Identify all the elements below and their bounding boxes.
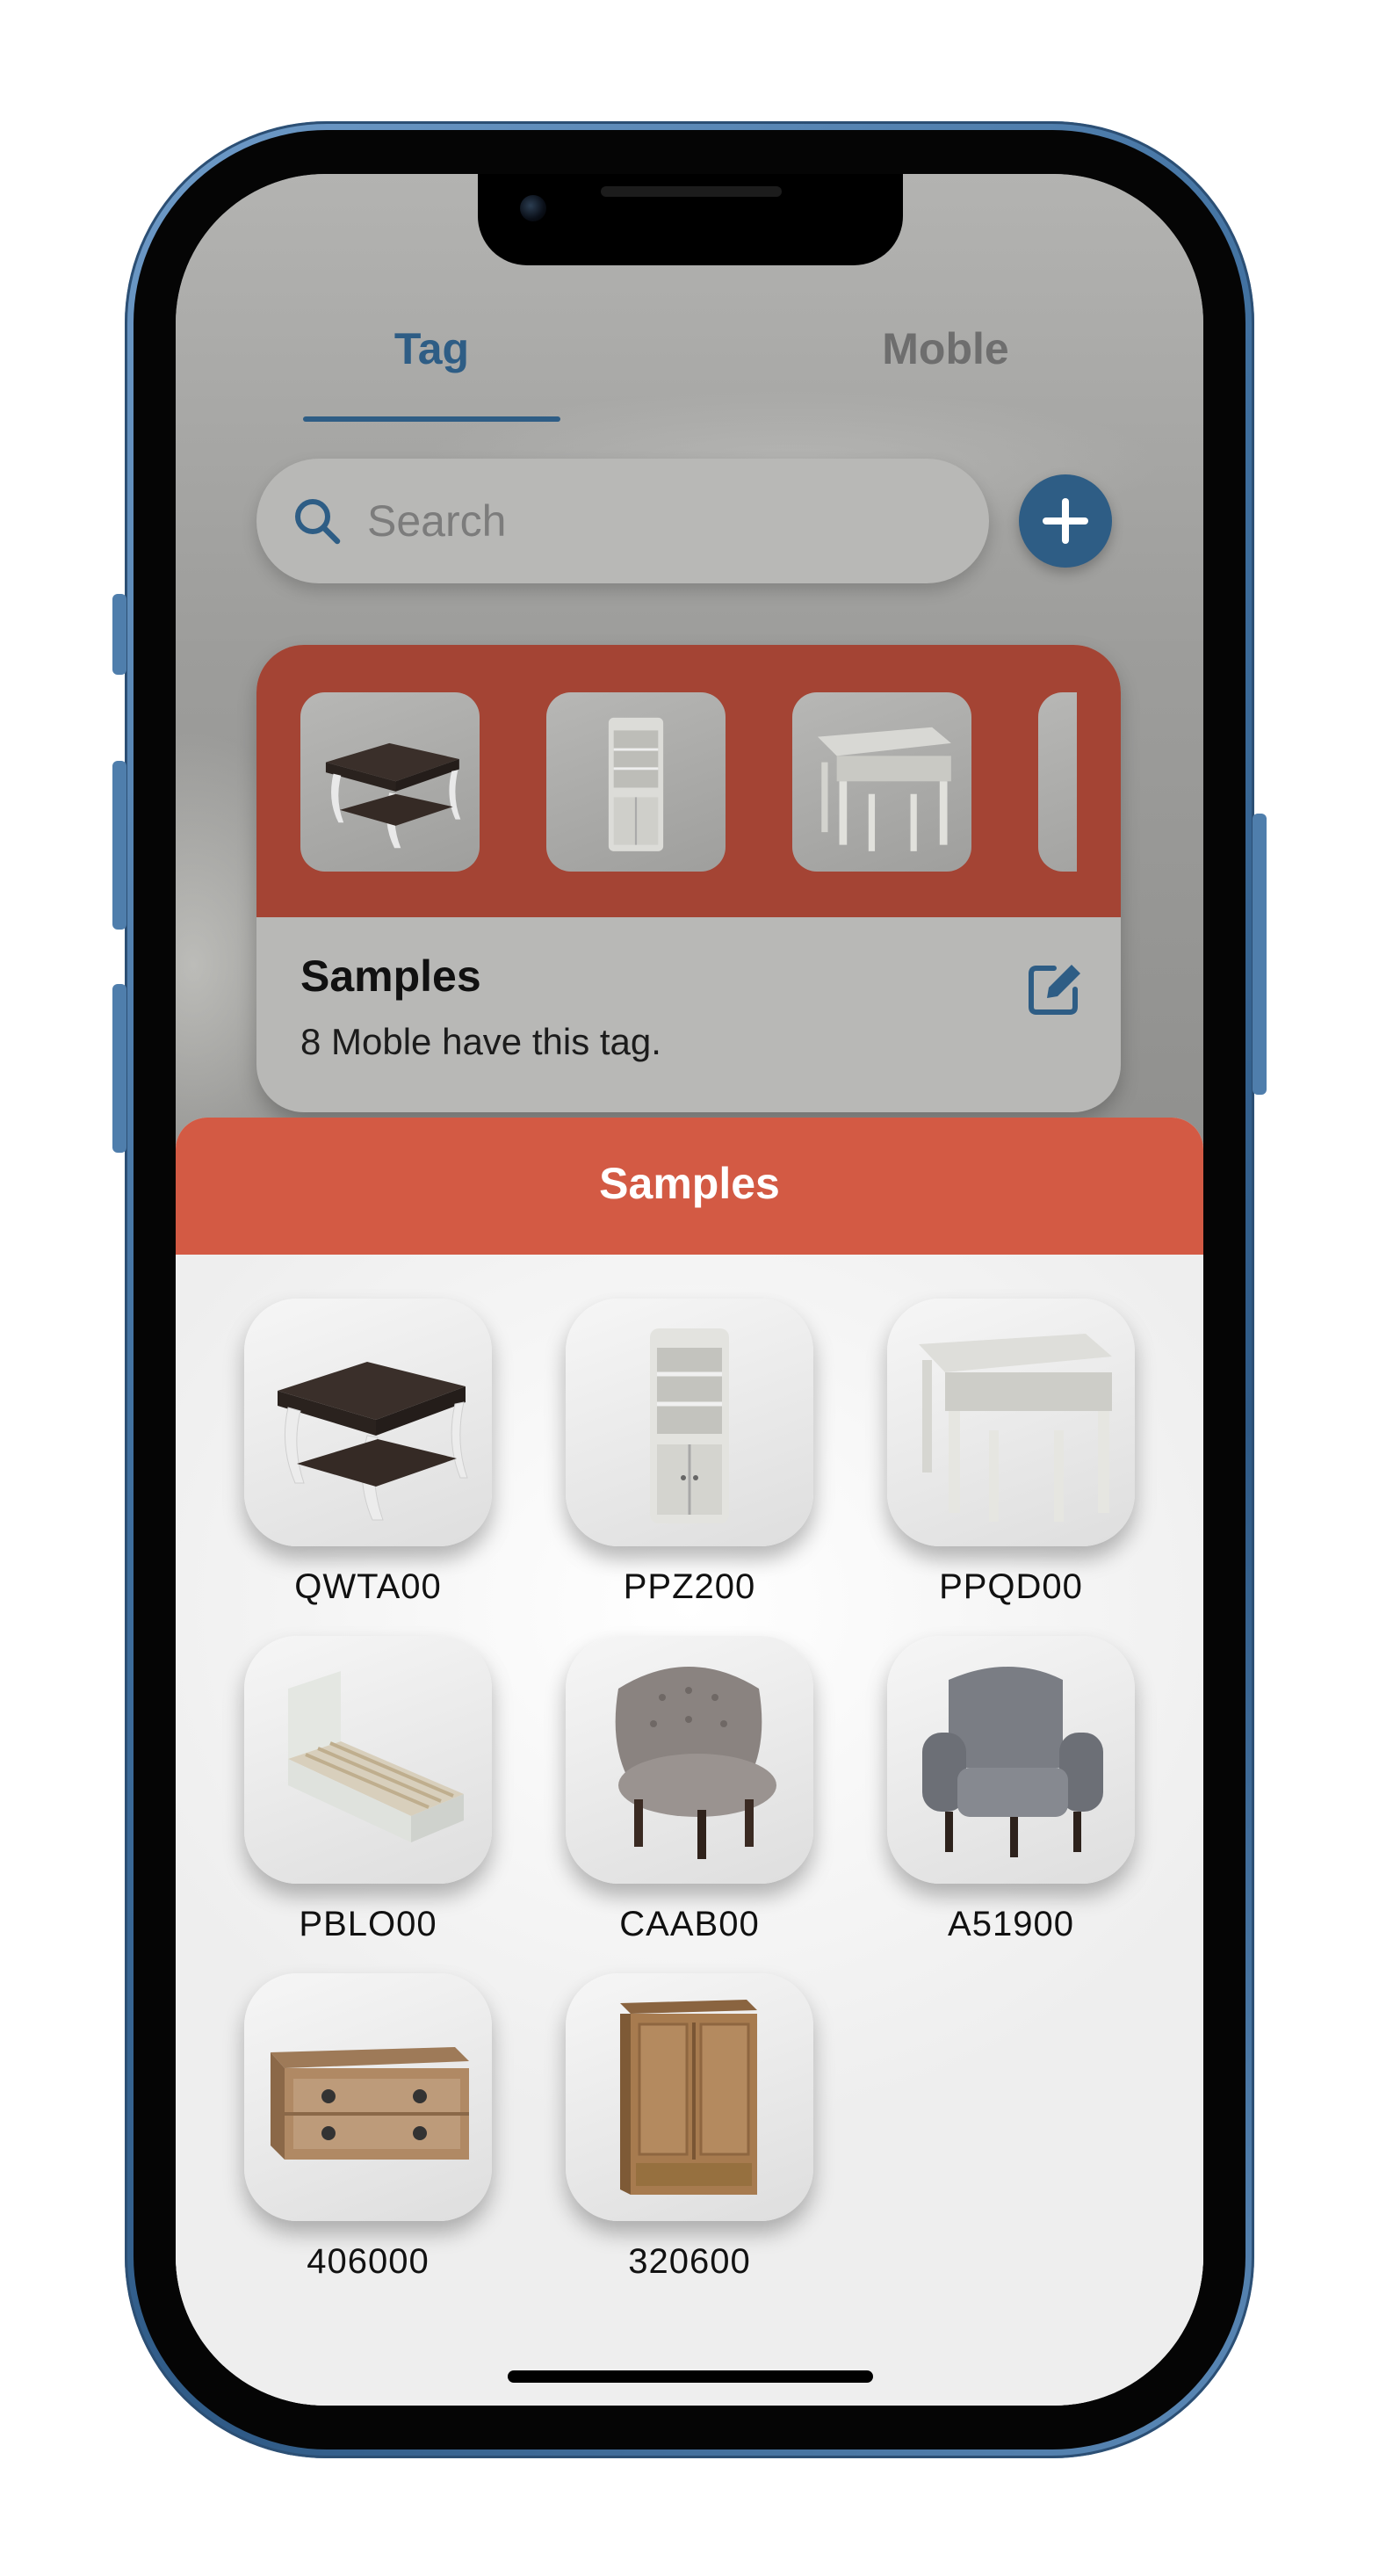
thumbnail-nesting-tables (792, 692, 971, 872)
active-tab-indicator (303, 416, 560, 422)
item-code: A51900 (948, 1905, 1074, 1943)
item-code: QWTA00 (294, 1567, 442, 1606)
tag-card-header (256, 645, 1121, 917)
single-bed-thumbnail (244, 1636, 492, 1884)
sheet-title: Samples (599, 1159, 780, 1208)
item-code: 406000 (307, 2242, 430, 2281)
wardrobe-thumbnail (566, 1973, 813, 2221)
tag-card-subtitle: 8 Moble have this tag. (300, 1021, 661, 1062)
screen: Tag Moble Search Samples 8 Moble have th… (176, 174, 1203, 2406)
search-icon (292, 496, 343, 546)
search-input[interactable]: Search (256, 459, 989, 583)
armchair-thumbnail (887, 1636, 1135, 1884)
thumbnail-side-table (300, 692, 480, 872)
nesting-tables-thumbnail (887, 1299, 1135, 1546)
volume-up-button (112, 761, 126, 930)
edit-icon[interactable] (1022, 958, 1086, 1021)
front-camera (520, 195, 546, 221)
search-placeholder: Search (367, 496, 507, 546)
speaker-grille (601, 186, 782, 197)
home-indicator[interactable] (508, 2370, 873, 2383)
sheet-header: Samples (176, 1118, 1203, 1255)
samples-sheet: Samples QWTA00 PPZ200 PPQD00 PBLO00 CAAB… (176, 1118, 1203, 2406)
tab-tag[interactable]: Tag (303, 323, 560, 374)
tv-stand-thumbnail (244, 1973, 492, 2221)
thumbnail-partial-item (1038, 692, 1077, 872)
tag-thumbnail-strip[interactable] (300, 692, 1077, 872)
tufted-chair-thumbnail (566, 1636, 813, 1884)
tag-card-title: Samples (300, 952, 481, 1001)
power-button (1253, 814, 1267, 1095)
volume-down-button (112, 984, 126, 1153)
item-code: 320600 (628, 2242, 751, 2281)
item-code: PPQD00 (939, 1567, 1083, 1606)
plus-icon (1043, 498, 1088, 544)
item-code: PBLO00 (299, 1905, 437, 1943)
tag-card[interactable]: Samples 8 Moble have this tag. (256, 645, 1121, 1112)
silent-switch (112, 594, 126, 675)
add-tag-button[interactable] (1019, 474, 1112, 568)
item-code: PPZ200 (623, 1567, 756, 1606)
item-code: CAAB00 (619, 1905, 760, 1943)
side-table-thumbnail (244, 1299, 492, 1546)
corner-cabinet-thumbnail (566, 1299, 813, 1546)
moble-grid: QWTA00 PPZ200 PPQD00 PBLO00 CAAB00 A5190… (176, 1255, 1203, 2406)
tab-moble[interactable]: Moble (817, 323, 1074, 374)
thumbnail-corner-cabinet (546, 692, 726, 872)
